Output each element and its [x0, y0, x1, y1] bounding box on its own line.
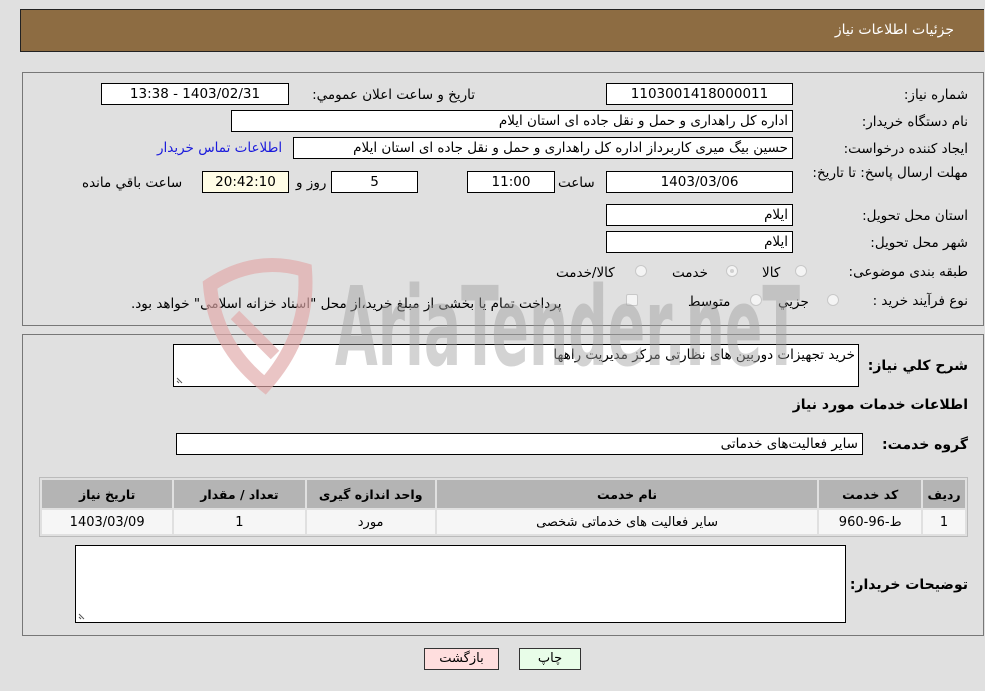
resize-handle-icon[interactable] [176, 376, 184, 384]
process-minor-radio[interactable] [827, 294, 839, 306]
buyer-notes-textarea[interactable] [75, 545, 846, 623]
need-number-field[interactable]: 1103001418000011 [606, 83, 793, 105]
category-service-radio[interactable] [726, 265, 738, 277]
cell-row: 1 [923, 510, 965, 534]
treasury-note: پرداخت تمام یا بخشی از مبلغ خرید،از محل … [131, 296, 562, 312]
summary-label: شرح کلي نیاز: [867, 358, 968, 374]
category-goods-label: کالا [762, 265, 781, 281]
col-row: ردیف [923, 480, 965, 508]
col-service-code: کد خدمت [819, 480, 922, 508]
services-table: ردیف کد خدمت نام خدمت واحد اندازه گیری ت… [39, 477, 968, 537]
city-label: شهر محل تحویل: [870, 235, 968, 251]
announce-datetime-label: تاریخ و ساعت اعلان عمومي: [312, 87, 475, 103]
category-service-label: خدمت [672, 265, 708, 281]
col-service-name: نام خدمت [436, 480, 818, 508]
cell-service-code: ط-96-960 [819, 510, 922, 534]
services-section-title: اطلاعات خدمات مورد نیاز [792, 397, 968, 413]
category-goods-service-label: کالا/خدمت [556, 265, 615, 281]
deadline-date-field[interactable]: 1403/03/06 [606, 171, 793, 193]
print-button[interactable]: چاپ [519, 648, 581, 670]
category-goods-service-radio[interactable] [635, 265, 647, 277]
announce-datetime-field[interactable]: 1403/02/31 - 13:38 [101, 83, 289, 105]
need-number-label: شماره نیاز: [903, 87, 968, 103]
page-title: جزئیات اطلاعات نیاز [834, 22, 954, 38]
table-row: 1 ط-96-960 سایر فعالیت های خدماتی شخصی م… [42, 510, 965, 534]
page-header: جزئیات اطلاعات نیاز [20, 9, 984, 52]
resize-handle-icon[interactable] [78, 612, 86, 620]
buyer-contact-link[interactable]: اطلاعات تماس خریدار [157, 140, 282, 156]
province-label: استان محل تحویل: [862, 208, 968, 224]
city-field[interactable]: ایلام [606, 231, 793, 253]
process-label: نوع فرآیند خرید : [872, 293, 968, 309]
cell-quantity: 1 [174, 510, 305, 534]
buyer-org-field[interactable]: اداره کل راهداری و حمل و نقل جاده ای است… [231, 110, 793, 132]
deadline-time-label: ساعت [558, 175, 595, 191]
col-quantity: تعداد / مقدار [174, 480, 305, 508]
days-label: روز و [296, 175, 327, 191]
process-medium-radio[interactable] [750, 294, 762, 306]
requester-label: ایجاد کننده درخواست: [843, 141, 968, 157]
service-group-label: گروه خدمت: [882, 437, 968, 453]
process-medium-label: متوسط [688, 294, 731, 310]
service-group-field[interactable]: سایر فعالیت‌های خدماتی [176, 433, 863, 455]
remaining-time-label: ساعت باقي مانده [82, 175, 183, 191]
cell-unit: مورد [306, 510, 435, 534]
buyer-org-label: نام دستگاه خریدار: [861, 114, 968, 130]
buyer-notes-label: توضیحات خریدار: [849, 577, 968, 593]
cell-need-date: 1403/03/09 [42, 510, 173, 534]
cell-service-name: سایر فعالیت های خدماتی شخصی [436, 510, 818, 534]
deadline-label: مهلت ارسال پاسخ: تا تاریخ: [812, 165, 968, 181]
summary-text: خرید تجهیزات دوربین های نظارتی مرکز مدیر… [553, 347, 855, 363]
process-minor-label: جزيي [778, 294, 809, 310]
treasury-checkbox[interactable] [626, 294, 638, 306]
summary-textarea[interactable]: خرید تجهیزات دوربین های نظارتی مرکز مدیر… [173, 344, 859, 387]
remaining-days-field[interactable]: 5 [331, 171, 418, 193]
requester-field[interactable]: حسین بیگ میری کاربرداز اداره کل راهداری … [293, 137, 793, 159]
back-button[interactable]: بازگشت [424, 648, 499, 670]
remaining-time-field: 20:42:10 [202, 171, 289, 193]
category-label: طبقه بندی موضوعی: [848, 264, 968, 280]
col-need-date: تاریخ نیاز [42, 480, 173, 508]
category-goods-radio[interactable] [795, 265, 807, 277]
col-unit: واحد اندازه گیری [306, 480, 435, 508]
table-header-row: ردیف کد خدمت نام خدمت واحد اندازه گیری ت… [42, 480, 965, 508]
province-field[interactable]: ایلام [606, 204, 793, 226]
deadline-time-field[interactable]: 11:00 [467, 171, 555, 193]
